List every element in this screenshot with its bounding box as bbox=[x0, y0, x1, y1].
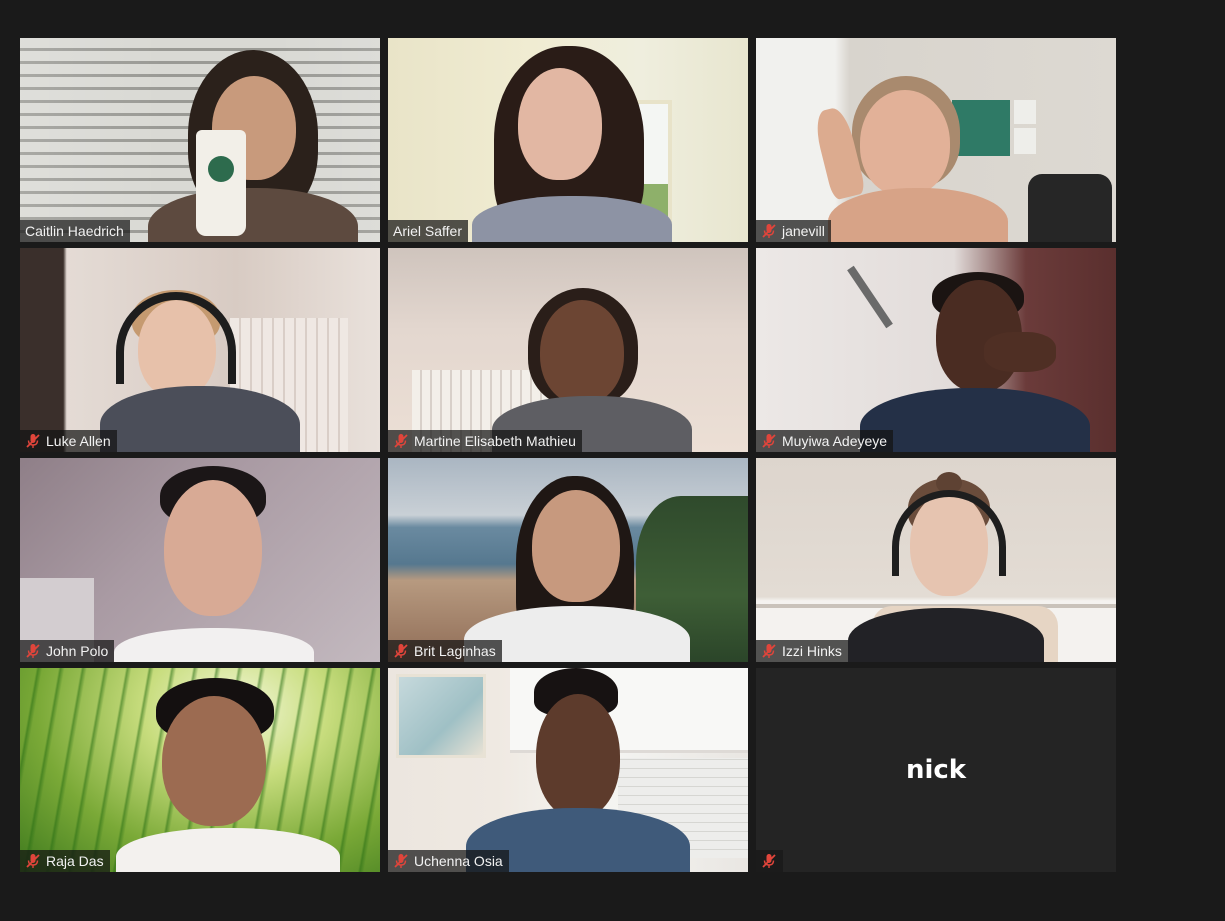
hand-on-face bbox=[984, 332, 1056, 372]
muted-microphone-icon bbox=[394, 854, 408, 868]
participant-name-label: janevill bbox=[756, 220, 831, 242]
participant-name: Raja Das bbox=[46, 853, 104, 869]
participant-tile-john-polo[interactable]: John Polo bbox=[20, 458, 380, 662]
participant-tile-muyiwa-adeyeye[interactable]: Muyiwa Adeyeye bbox=[756, 248, 1116, 452]
participant-tile-izzi-hinks[interactable]: Izzi Hinks bbox=[756, 458, 1116, 662]
participant-name-label: Caitlin Haedrich bbox=[20, 220, 130, 242]
coffee-cup bbox=[196, 130, 246, 236]
participant-name-label: John Polo bbox=[20, 640, 115, 662]
participant-display-name: nick bbox=[905, 755, 967, 785]
participant-name-label: Ariel Saffer bbox=[388, 220, 468, 242]
muted-microphone-icon bbox=[26, 644, 40, 658]
muted-microphone-icon bbox=[762, 224, 776, 238]
participant-name-label: Luke Allen bbox=[20, 430, 117, 452]
muted-microphone-icon bbox=[394, 434, 408, 448]
muted-microphone-icon bbox=[762, 644, 776, 658]
participant-name-label: Izzi Hinks bbox=[756, 640, 848, 662]
participant-name: Martine Elisabeth Mathieu bbox=[414, 433, 576, 449]
participant-tile-caitlin-haedrich[interactable]: Caitlin Haedrich bbox=[20, 38, 380, 242]
muted-microphone-icon bbox=[762, 434, 776, 448]
participant-name: Muyiwa Adeyeye bbox=[782, 433, 888, 449]
participant-name-label: Brit Laginhas bbox=[388, 640, 502, 662]
participant-name-label bbox=[756, 850, 783, 872]
muted-microphone-icon bbox=[762, 854, 776, 868]
participant-tile-nick[interactable]: nick bbox=[756, 668, 1116, 872]
participant-name-label: Raja Das bbox=[20, 850, 110, 872]
wall-painting bbox=[396, 674, 486, 758]
participant-tile-brit-laginhas[interactable]: Brit Laginhas bbox=[388, 458, 748, 662]
participant-name: Luke Allen bbox=[46, 433, 111, 449]
participant-name-label: Martine Elisabeth Mathieu bbox=[388, 430, 582, 452]
participant-name: Izzi Hinks bbox=[782, 643, 842, 659]
wall-art bbox=[952, 100, 1010, 156]
muted-microphone-icon bbox=[26, 854, 40, 868]
participant-tile-uchenna-osia[interactable]: Uchenna Osia bbox=[388, 668, 748, 872]
participant-name: Caitlin Haedrich bbox=[25, 223, 124, 239]
participant-name-label: Uchenna Osia bbox=[388, 850, 509, 872]
participant-tile-luke-allen[interactable]: Luke Allen bbox=[20, 248, 380, 452]
participant-name: Brit Laginhas bbox=[414, 643, 496, 659]
participant-name: John Polo bbox=[46, 643, 109, 659]
muted-microphone-icon bbox=[26, 434, 40, 448]
chair bbox=[1028, 174, 1112, 242]
participant-name: Ariel Saffer bbox=[393, 223, 462, 239]
muted-microphone-icon bbox=[394, 644, 408, 658]
participant-tile-martine-elisabeth-mathieu[interactable]: Martine Elisabeth Mathieu bbox=[388, 248, 748, 452]
participant-tile-janevill[interactable]: janevill bbox=[756, 38, 1116, 242]
participant-tile-raja-das[interactable]: Raja Das bbox=[20, 668, 380, 872]
wall-art bbox=[1014, 100, 1036, 124]
wall-art bbox=[1014, 128, 1036, 154]
participant-tile-ariel-saffer[interactable]: Ariel Saffer bbox=[388, 38, 748, 242]
participant-name: Uchenna Osia bbox=[414, 853, 503, 869]
gallery-view-grid: Caitlin Haedrich Ariel Saffer janevill L… bbox=[20, 38, 1116, 872]
participant-name: janevill bbox=[782, 223, 825, 239]
participant-name-label: Muyiwa Adeyeye bbox=[756, 430, 894, 452]
